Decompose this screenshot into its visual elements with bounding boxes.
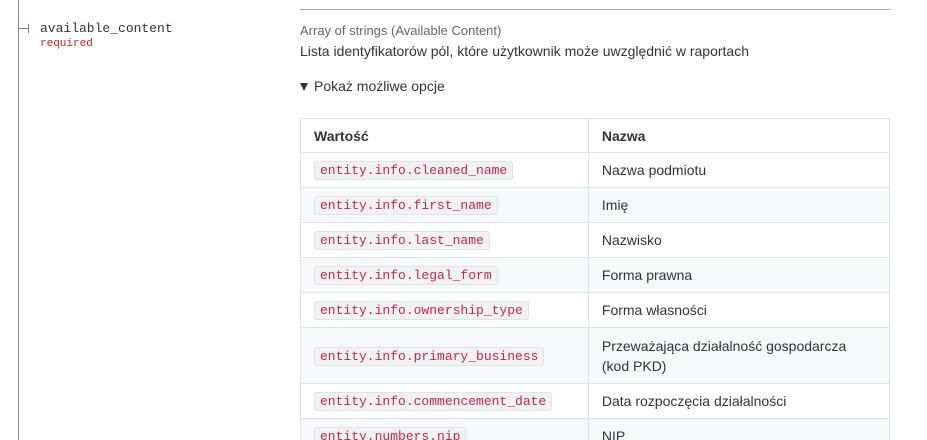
property-name: available_content bbox=[40, 21, 173, 36]
property-description: Lista identyfikatorów pól, które użytkow… bbox=[300, 43, 749, 59]
column-header-name: Nazwa bbox=[587, 118, 891, 153]
table-row: entity.info.legal_form Forma prawna bbox=[300, 257, 891, 293]
section-divider bbox=[300, 9, 890, 10]
table-row: entity.info.commencement_date Data rozpo… bbox=[300, 383, 891, 419]
table-row: entity.info.cleaned_name Nazwa podmiotu bbox=[300, 152, 891, 188]
property-type: Array of strings (Available Content) bbox=[300, 23, 502, 38]
table-row: entity.info.primary_business Przeważając… bbox=[300, 327, 891, 384]
name-cell: Forma prawna bbox=[587, 257, 891, 293]
option-value-code: entity.info.last_name bbox=[314, 231, 490, 250]
value-cell: entity.info.commencement_date bbox=[300, 383, 589, 419]
table-row: entity.numbers.nip NIP bbox=[300, 418, 891, 440]
property-tree-branch bbox=[18, 28, 28, 29]
property-tree-branch-cap bbox=[28, 24, 29, 33]
value-cell: entity.info.primary_business bbox=[300, 327, 589, 384]
show-options-label: Pokaż możliwe opcje bbox=[314, 78, 445, 94]
table-row: entity.info.first_name Imię bbox=[300, 187, 891, 223]
table-row: entity.info.ownership_type Forma własnoś… bbox=[300, 292, 891, 328]
name-cell: Nazwa podmiotu bbox=[587, 152, 891, 188]
option-value-code: entity.info.first_name bbox=[314, 196, 498, 215]
value-cell: entity.info.first_name bbox=[300, 187, 589, 223]
value-cell: entity.info.cleaned_name bbox=[300, 152, 589, 188]
name-cell: Imię bbox=[587, 187, 891, 223]
options-table-header-row: Wartość Nazwa bbox=[300, 118, 891, 153]
name-cell: Data rozpoczęcia działalności bbox=[587, 383, 891, 419]
options-table: Wartość Nazwa entity.info.cleaned_name N… bbox=[300, 118, 891, 440]
option-value-code: entity.info.legal_form bbox=[314, 266, 498, 285]
api-docs-page: available_content required Array of stri… bbox=[0, 0, 927, 440]
name-cell: Nazwisko bbox=[587, 222, 891, 258]
option-value-code: entity.info.commencement_date bbox=[314, 392, 553, 411]
value-cell: entity.numbers.nip bbox=[300, 418, 589, 440]
table-row: entity.info.last_name Nazwisko bbox=[300, 222, 891, 258]
column-header-value: Wartość bbox=[300, 118, 589, 153]
option-value-code: entity.info.primary_business bbox=[314, 346, 545, 366]
name-cell: Przeważająca działalność gospodarcza (ko… bbox=[587, 327, 891, 384]
show-options-toggle[interactable]: Pokaż możliwe opcje bbox=[300, 77, 445, 95]
name-cell: Forma własności bbox=[587, 292, 891, 328]
required-badge: required bbox=[40, 38, 93, 50]
option-value-code: entity.info.ownership_type bbox=[314, 301, 529, 320]
name-cell: NIP bbox=[587, 418, 891, 440]
option-value-code: entity.numbers.nip bbox=[314, 427, 467, 440]
value-cell: entity.info.legal_form bbox=[300, 257, 589, 293]
expanded-triangle-icon bbox=[300, 82, 308, 91]
value-cell: entity.info.last_name bbox=[300, 222, 589, 258]
property-tree-line bbox=[18, 0, 19, 440]
option-value-code: entity.info.cleaned_name bbox=[314, 161, 514, 180]
value-cell: entity.info.ownership_type bbox=[300, 292, 589, 328]
